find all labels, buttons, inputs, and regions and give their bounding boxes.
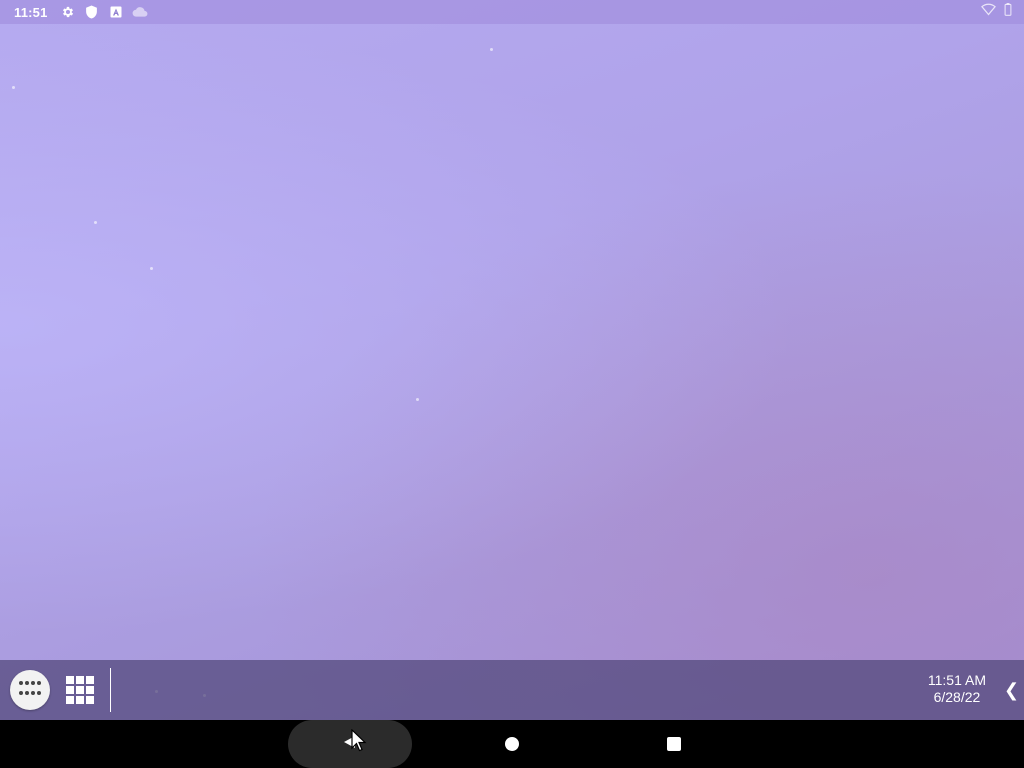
status-bar-left: 11:51 — [0, 4, 156, 20]
wallpaper-speck — [416, 398, 419, 401]
wallpaper[interactable] — [0, 0, 1024, 720]
collapse-taskbar-button[interactable]: ❮ — [1004, 678, 1019, 702]
wallpaper-speck — [12, 86, 15, 89]
taskbar: 11:51 AM 6/28/22 ❮ — [0, 660, 1024, 720]
status-bar[interactable]: 11:51 — [0, 0, 1024, 24]
status-bar-right — [981, 0, 1012, 24]
navigation-bar — [0, 720, 1024, 768]
app-drawer-button[interactable] — [10, 670, 50, 710]
shield-icon — [84, 4, 100, 20]
taskbar-clock[interactable]: 11:51 AM 6/28/22 — [928, 672, 986, 706]
clock-time: 11:51 AM — [927, 672, 986, 688]
wallpaper-speck — [490, 48, 493, 51]
home-button[interactable] — [505, 737, 519, 751]
recents-button[interactable] — [667, 737, 681, 751]
taskbar-divider — [110, 668, 111, 712]
status-time: 11:51 — [14, 4, 48, 20]
clock-date: 6/28/22 — [933, 689, 981, 705]
wifi-icon — [981, 3, 996, 21]
mouse-cursor-icon — [351, 728, 367, 753]
wallpaper-speck — [150, 267, 153, 270]
a-notification-icon — [108, 4, 124, 20]
android-desktop: 11:51 11:51 AM 6/28/22 ❮ — [0, 0, 1024, 768]
battery-icon — [1004, 3, 1012, 21]
window-grid-icon[interactable] — [66, 676, 94, 704]
cloud-icon — [132, 4, 148, 20]
back-button[interactable] — [288, 720, 412, 768]
gear-icon — [60, 4, 76, 20]
dots-grid-icon — [18, 680, 42, 701]
wallpaper-speck — [94, 221, 97, 224]
